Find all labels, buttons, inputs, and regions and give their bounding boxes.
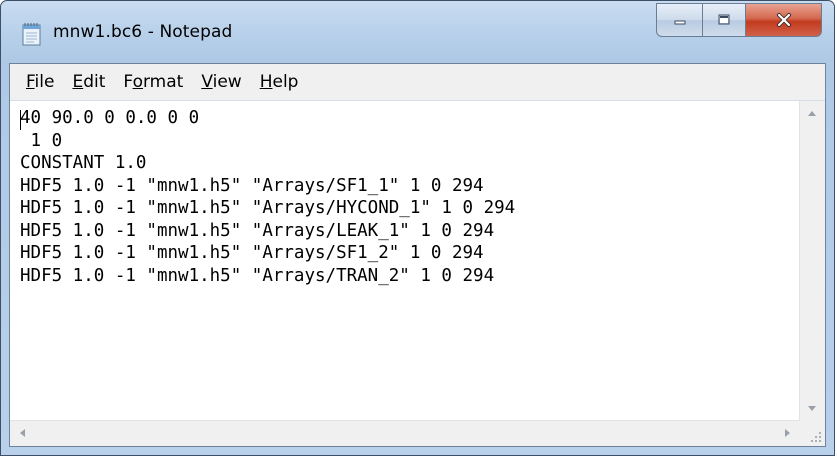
menu-format-post: rmat — [142, 72, 184, 92]
menu-help-post: elp — [272, 72, 299, 92]
horizontal-scrollbar[interactable] — [10, 420, 800, 446]
editor-line: 40 90.0 0 0.0 0 0 — [20, 108, 200, 128]
client-area: File Edit Format View Help 40 90.0 0 0.0… — [9, 63, 826, 447]
caption-buttons — [656, 3, 822, 37]
text-caret — [20, 110, 21, 130]
menu-view[interactable]: View — [192, 68, 250, 96]
editor-line: CONSTANT 1.0 — [20, 153, 147, 173]
menu-edit[interactable]: Edit — [63, 68, 114, 96]
menu-view-post: iew — [212, 72, 242, 92]
vertical-scrollbar[interactable] — [799, 101, 825, 421]
notepad-icon[interactable] — [21, 22, 43, 46]
close-button[interactable] — [746, 3, 822, 37]
editor-line: HDF5 1.0 -1 "mnw1.h5" "Arrays/LEAK_1" 1 … — [20, 220, 495, 241]
editor-line: 1 0 — [20, 130, 63, 151]
notepad-window: mnw1.bc6 - Notepad File Edit Format View… — [0, 0, 835, 456]
editor-line: HDF5 1.0 -1 "mnw1.h5" "Arrays/TRAN_2" 1 … — [20, 265, 495, 286]
menu-bar: File Edit Format View Help — [10, 64, 825, 101]
menu-file[interactable]: File — [17, 68, 63, 96]
menu-edit-accel: E — [72, 72, 84, 92]
menu-format[interactable]: Format — [114, 68, 192, 96]
editor-line: HDF5 1.0 -1 "mnw1.h5" "Arrays/HYCOND_1" … — [20, 198, 516, 218]
scroll-up-arrow-icon[interactable] — [808, 111, 816, 116]
editor-line: HDF5 1.0 -1 "mnw1.h5" "Arrays/SF1_2" 1 0… — [20, 243, 484, 263]
editor-lines: 40 90.0 0 0.0 0 0 1 0 CONSTANT 1.0 HDF5 … — [10, 101, 800, 287]
menu-format-pre: F — [123, 72, 133, 92]
scrollbar-corner — [800, 421, 825, 446]
window-title: mnw1.bc6 - Notepad — [53, 22, 233, 42]
menu-help[interactable]: Help — [251, 68, 308, 96]
minimize-button[interactable] — [656, 3, 702, 37]
scroll-down-arrow-icon[interactable] — [808, 406, 816, 411]
scroll-right-arrow-icon[interactable] — [785, 429, 790, 437]
title-bar[interactable]: mnw1.bc6 - Notepad — [1, 1, 834, 63]
editor-line: HDF5 1.0 -1 "mnw1.h5" "Arrays/SF1_1" 1 0… — [20, 175, 484, 196]
close-icon — [776, 13, 791, 27]
menu-file-post: ile — [34, 72, 55, 92]
text-editor[interactable]: 40 90.0 0 0.0 0 0 1 0 CONSTANT 1.0 HDF5 … — [10, 101, 800, 421]
menu-edit-post: dit — [83, 72, 106, 92]
menu-format-accel: o — [132, 72, 143, 92]
minimize-icon — [674, 20, 685, 25]
menu-view-accel: V — [201, 72, 213, 92]
maximize-icon — [718, 14, 730, 25]
menu-help-accel: H — [259, 72, 273, 92]
size-grip-icon[interactable] — [809, 430, 821, 442]
maximize-button[interactable] — [702, 3, 746, 37]
scroll-left-arrow-icon[interactable] — [20, 429, 25, 437]
menu-file-accel: F — [26, 72, 35, 92]
